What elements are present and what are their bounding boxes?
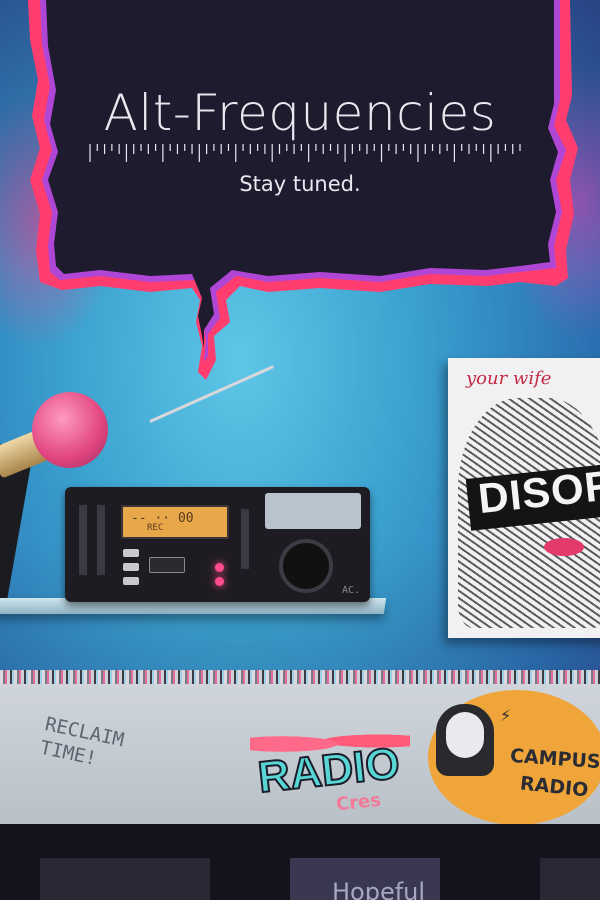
- poster-lips: [544, 538, 584, 556]
- radio-slider: [241, 509, 249, 569]
- tagline: Stay tuned.: [239, 172, 361, 196]
- book-spines-strip: [0, 670, 600, 684]
- record-sleeve: [40, 858, 210, 900]
- record-title-partial: Hopeful: [332, 878, 426, 900]
- poster-handwriting: your wife: [466, 368, 552, 389]
- radio-cres-sticker: RADIO Cres: [244, 720, 414, 820]
- radio-rec-label: REC: [147, 523, 164, 533]
- speaker-grille: [265, 493, 361, 529]
- speech-bubble: [28, 0, 578, 380]
- cassette-slot: [149, 557, 185, 573]
- radio-display: -- ·· 00 REC: [121, 505, 229, 539]
- radio-button: [123, 549, 139, 557]
- frequency-dial-ticks: [89, 144, 521, 162]
- radio-slider: [97, 505, 105, 575]
- key-art: Alt-Frequencies Stay tuned. -- ·· 00 REC…: [0, 0, 600, 900]
- tuning-knob: [279, 539, 333, 593]
- campus-radio-sticker: ⚡ CAMPUS RADIO: [428, 690, 600, 825]
- radio-led: [215, 563, 224, 572]
- radio-button: [123, 577, 139, 585]
- radio-signature: AC.: [341, 585, 360, 596]
- radio-slider: [79, 505, 87, 575]
- sticker-campus-line1: CAMPUS: [509, 744, 600, 774]
- lightning-icon: ⚡: [500, 706, 512, 725]
- record-shelf: [0, 824, 600, 900]
- sticker-campus-line2: RADIO: [519, 772, 590, 802]
- band-poster: your wife DISOR: [448, 358, 600, 638]
- radio-cassette-player: -- ·· 00 REC AC.: [65, 487, 370, 602]
- radio-led: [215, 577, 224, 586]
- radio-button: [123, 563, 139, 571]
- microphone-icon: [436, 704, 494, 776]
- microphone-icon: [32, 392, 108, 468]
- sticker-radio-sub: Cres: [335, 789, 382, 816]
- game-title: Alt-Frequencies: [103, 84, 497, 142]
- record-sleeve: [540, 858, 600, 900]
